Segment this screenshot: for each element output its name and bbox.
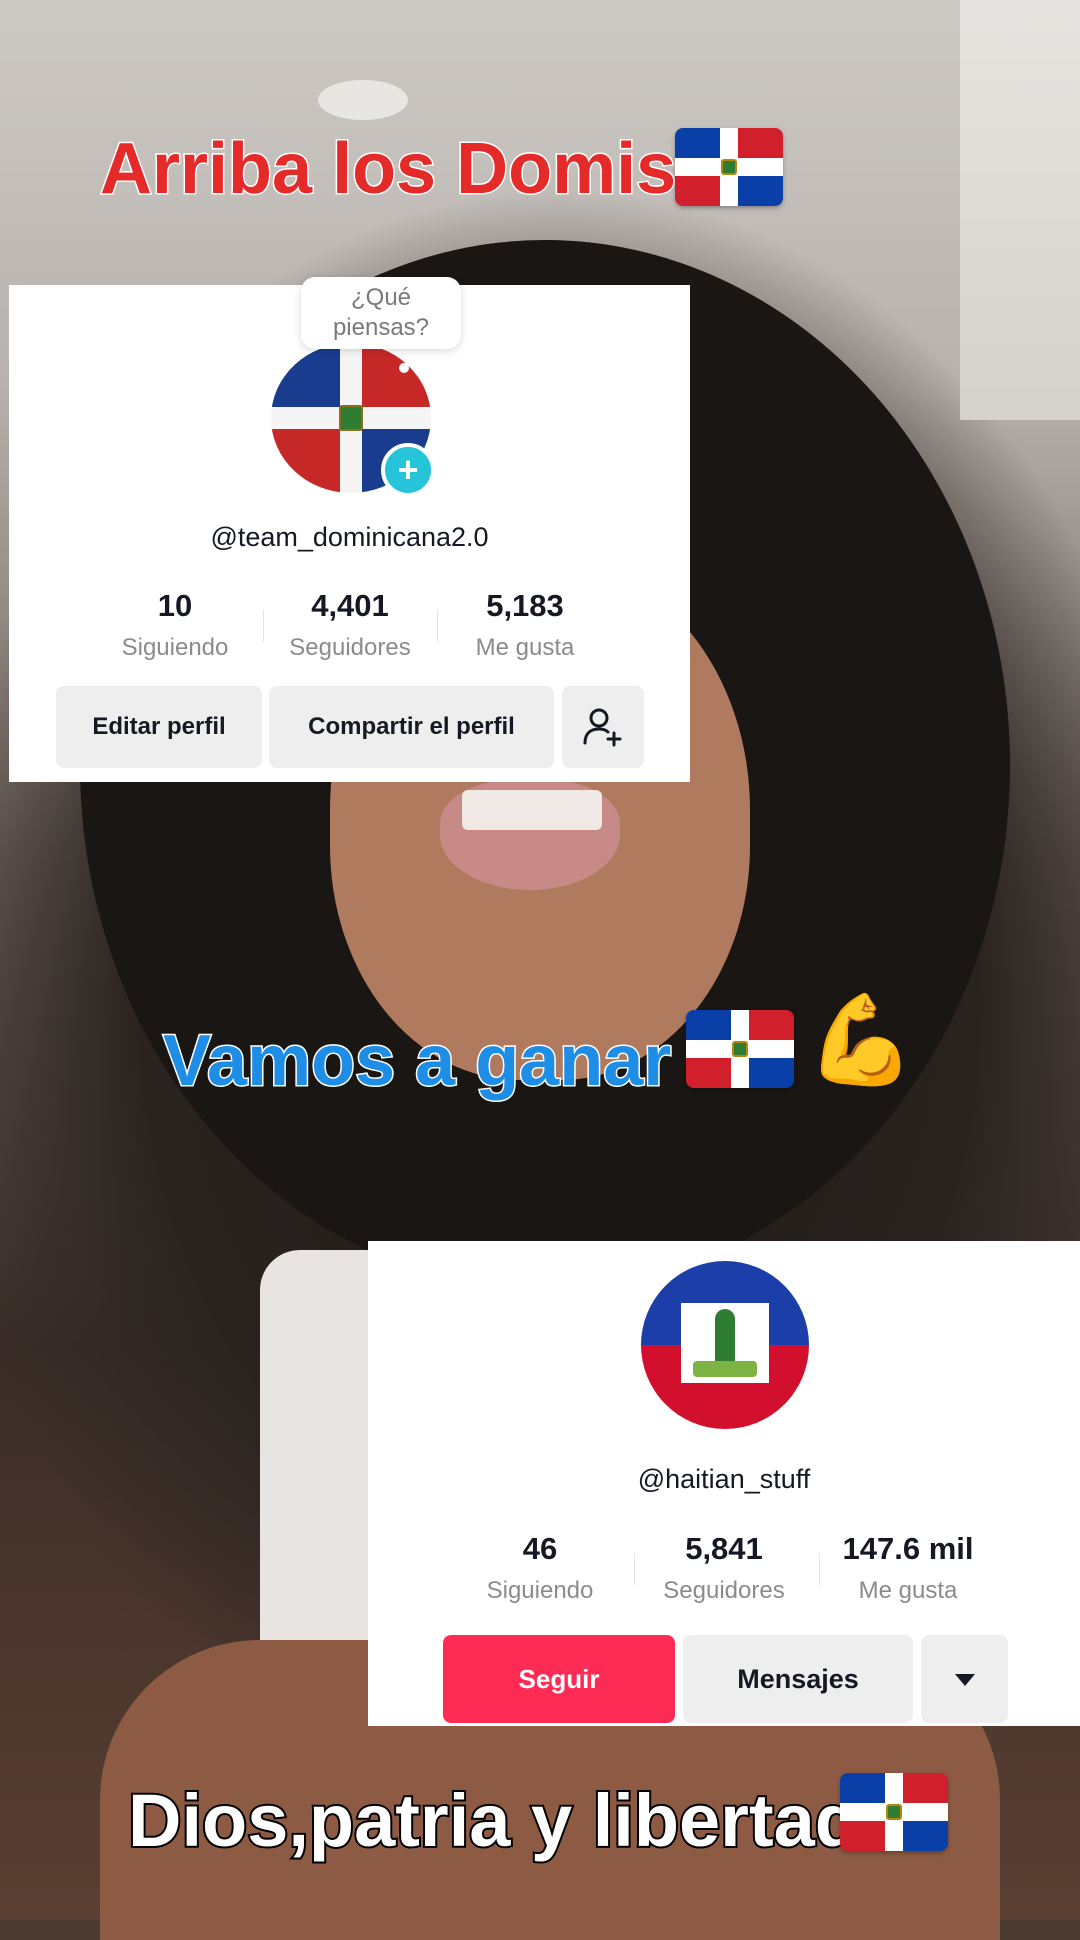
dominican-republic-flag-icon <box>675 128 783 206</box>
username: @team_dominicana2.0 <box>210 522 489 552</box>
stat-likes[interactable]: 147.6 mil Me gusta <box>818 1531 998 1605</box>
profile-stats: 10 Siguiendo 4,401 Seguidores 5,183 Me g… <box>9 588 690 668</box>
stat-label: Siguiendo <box>486 1577 594 1604</box>
teeth <box>462 790 602 830</box>
stat-value: 46 <box>522 1531 558 1566</box>
stat-label: Seguidores <box>663 1577 785 1604</box>
thought-bubble[interactable]: ¿Qué piensas? <box>301 277 461 349</box>
stat-value: 4,401 <box>311 588 389 623</box>
messages-button[interactable]: Mensajes <box>683 1635 913 1723</box>
caret-down-icon <box>954 1674 975 1686</box>
stat-value: 5,841 <box>685 1531 763 1566</box>
dominican-republic-flag-icon <box>840 1773 948 1851</box>
stat-likes[interactable]: 5,183 Me gusta <box>435 588 615 662</box>
stat-value: 147.6 mil <box>842 1531 974 1566</box>
stat-label: Seguidores <box>289 634 411 661</box>
stat-label: Me gusta <box>475 634 575 661</box>
stat-value: 5,183 <box>486 588 564 623</box>
stat-followers[interactable]: 4,401 Seguidores <box>260 588 440 662</box>
own-profile-card: + ¿Qué piensas? @team_dominicana2.0 10 S… <box>9 277 690 782</box>
coat-of-arms-base <box>693 1361 757 1377</box>
stat-label: Me gusta <box>858 1577 958 1604</box>
username: @haitian_stuff <box>637 1464 811 1494</box>
avatar[interactable] <box>641 1261 809 1429</box>
caption-middle: Vamos a ganar <box>161 1020 672 1103</box>
bubble-tail <box>399 363 409 373</box>
stat-value: 10 <box>157 588 193 623</box>
coat-of-arms-icon <box>339 405 363 431</box>
stat-label: Siguiendo <box>121 634 229 661</box>
add-friend-icon <box>583 708 622 747</box>
other-profile-card: @haitian_stuff 46 Siguiendo 5,841 Seguid… <box>368 1241 1080 1726</box>
ceiling-light <box>318 80 408 120</box>
palm-tree-icon <box>715 1309 735 1365</box>
more-options-button[interactable] <box>921 1635 1008 1723</box>
stat-followers[interactable]: 5,841 Seguidores <box>634 1531 814 1605</box>
wall <box>960 0 1080 420</box>
follow-button[interactable]: Seguir <box>443 1635 675 1723</box>
share-profile-button[interactable]: Compartir el perfil <box>269 686 554 768</box>
caption-bottom: Dios,patria y libertad <box>126 1777 862 1864</box>
flexed-biceps-icon: 💪 <box>806 990 916 1089</box>
edit-profile-button[interactable]: Editar perfil <box>56 686 262 768</box>
add-photo-icon[interactable]: + <box>381 443 435 497</box>
stat-following[interactable]: 46 Siguiendo <box>450 1531 630 1605</box>
profile-stats: 46 Siguiendo 5,841 Seguidores 147.6 mil … <box>368 1531 1080 1611</box>
add-friend-button[interactable] <box>562 686 644 768</box>
stat-following[interactable]: 10 Siguiendo <box>85 588 265 662</box>
dominican-republic-flag-icon <box>686 1010 794 1088</box>
caption-top: Arriba los Domis <box>98 128 677 211</box>
